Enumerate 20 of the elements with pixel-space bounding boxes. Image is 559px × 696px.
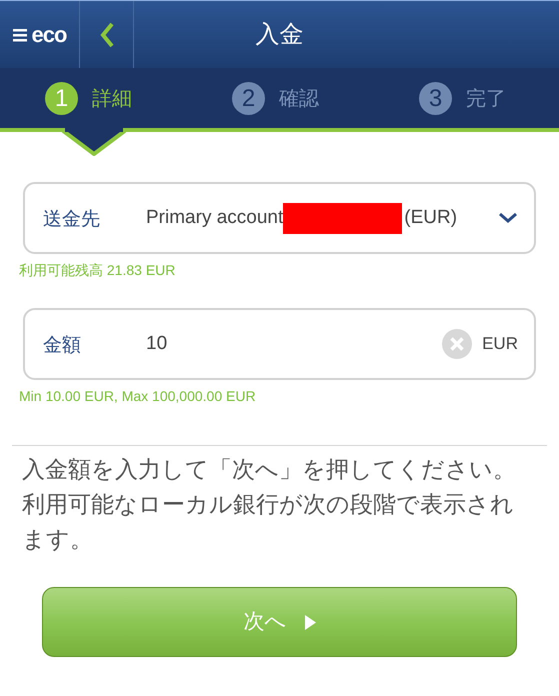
currency-text: (EUR)	[404, 206, 458, 230]
play-icon	[304, 614, 316, 630]
logo-text: eco	[32, 24, 66, 46]
step-tab[interactable]: 1 詳細	[45, 82, 132, 115]
field-value: 10	[146, 332, 168, 356]
field-label: 金額	[43, 334, 82, 358]
back-icon	[98, 20, 114, 48]
field-value: Primary account	[146, 206, 284, 230]
hint-text: Min 10.00 EUR, Max 100,000.00 EUR	[19, 387, 256, 406]
step-tab[interactable]: 2 確認	[232, 82, 319, 115]
menu-icon[interactable]	[12, 28, 27, 42]
step-tab[interactable]: 3 完了	[419, 82, 506, 115]
currency-text: EUR	[482, 333, 518, 356]
instruction-text: 入金額を入力して「次へ」を押してください。利用可能なローカル銀行が次の段階で表示されます。	[21, 455, 517, 554]
hint-text: 利用可能残高 21.83 EUR	[19, 261, 176, 280]
chevron-down-icon	[498, 212, 518, 224]
account-dropdown[interactable]: 送金先 Primary account (EUR)	[23, 182, 536, 254]
page-title: 入金	[256, 20, 304, 50]
amount-field[interactable]: 金額 10 EUR	[23, 308, 536, 380]
field-label: 送金先	[43, 208, 101, 232]
